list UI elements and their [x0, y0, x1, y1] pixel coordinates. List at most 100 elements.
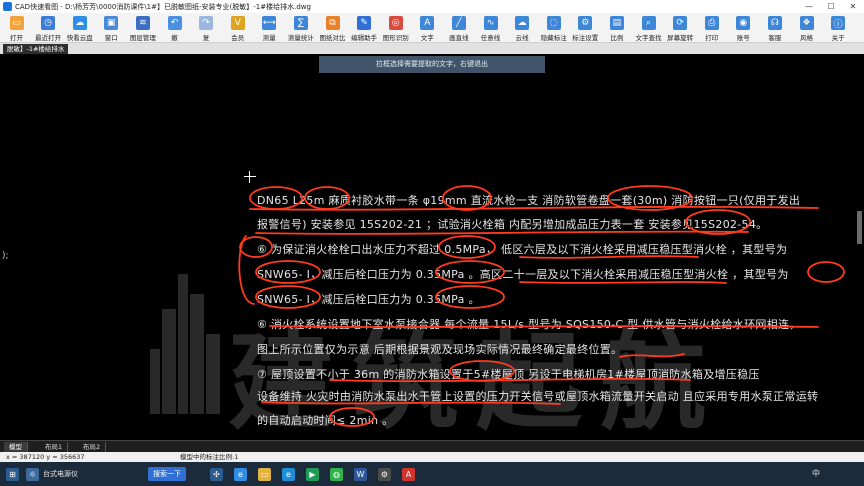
folder-icon: ▭	[9, 16, 24, 30]
account-label: 账号	[736, 34, 750, 42]
text-button[interactable]: A 文字	[414, 14, 441, 42]
close-button[interactable]: ✕	[842, 0, 864, 13]
taskbar-app-5[interactable]: ▶	[306, 467, 319, 481]
freeline-button[interactable]: ∿ 任意线	[477, 14, 504, 42]
taskbar-app-4[interactable]: e	[282, 467, 295, 481]
status-bar: x = 387120 y = 356637 模型中的标注比例:1	[0, 452, 864, 462]
settings-icon: ⚙	[378, 467, 391, 481]
window-button[interactable]: ▣ 窗口	[98, 14, 125, 42]
print-icon: ⎙	[704, 16, 719, 30]
ink-circle-snw-2	[255, 285, 321, 309]
taskbar-app-8[interactable]: ⚙	[378, 467, 391, 481]
cloud-button[interactable]: ☁ 快看云盘	[66, 14, 93, 42]
weather-label: 台式电源仪	[43, 470, 78, 478]
sheet-tab-layout1[interactable]: 布局1	[40, 442, 69, 452]
ink-underline-8	[261, 401, 561, 405]
ink-circle-roof	[449, 360, 515, 382]
headset-icon: ☊	[767, 16, 782, 30]
compare-icon: ⧉	[325, 16, 340, 30]
rotate-button[interactable]: ⟳ 屏幕旋转	[667, 14, 694, 42]
recent-icon: ◷	[41, 16, 56, 30]
document-tab[interactable]: 脱敏】-1#楼给排水	[3, 44, 69, 54]
minimize-button[interactable]: —	[798, 0, 820, 13]
taskbar-app-3[interactable]: ▭	[258, 467, 271, 481]
scale-button[interactable]: ▤ 比例	[603, 14, 630, 42]
recognize-icon: ◎	[388, 16, 403, 30]
service-label: 客服	[768, 34, 782, 42]
compare-label: 图纸对比	[319, 34, 346, 42]
edit-helper-button[interactable]: ✎ 编辑助手	[351, 14, 378, 42]
hide-mark-button[interactable]: ◌ 隐藏标注	[540, 14, 567, 42]
cad-icon: A	[402, 467, 415, 481]
mark-settings-button[interactable]: ⚙ 标注设置	[572, 14, 599, 42]
measure-stats-button[interactable]: ∑ 测量统计	[287, 14, 314, 42]
ink-underline-high	[519, 281, 727, 284]
ink-circle-dn65	[249, 186, 303, 210]
line-button[interactable]: ╱ 画直线	[445, 14, 472, 42]
cloud-icon: ☁	[72, 16, 87, 30]
edge-icon: e	[282, 467, 295, 481]
ink-underline-low	[519, 255, 699, 259]
taskbar-app-6[interactable]: ◍	[330, 467, 343, 481]
taskbar-app-2[interactable]: e	[234, 467, 247, 481]
back-label: 撤	[171, 34, 178, 42]
taskbar-app-9[interactable]: A	[402, 467, 415, 481]
redo-label: 复	[202, 34, 210, 42]
rotate-label: 屏幕旋转	[667, 34, 694, 42]
recognize-label: 图形识别	[382, 34, 409, 42]
layers-button[interactable]: ≋ 图层管理	[129, 14, 156, 42]
search-button[interactable]: 搜索一下	[148, 467, 186, 481]
account-icon: ◉	[736, 16, 751, 30]
recent-label: 最近打开	[35, 34, 62, 42]
vip-button[interactable]: V 会员	[224, 14, 251, 42]
ink-squiggle	[619, 353, 685, 358]
ink-circle-snw-1	[255, 260, 321, 284]
edit-helper-label: 编辑助手	[351, 34, 378, 42]
windows-icon: ⊞	[6, 467, 19, 481]
line-label: 画直线	[449, 34, 469, 42]
style-button[interactable]: ❖ 风格	[793, 14, 820, 42]
cursor-coordinates: x = 387120 y = 356637	[6, 453, 85, 461]
cloud-label: 快看云盘	[66, 34, 93, 42]
maximize-button[interactable]: ☐	[820, 0, 842, 13]
service-button[interactable]: ☊ 客服	[761, 14, 788, 42]
about-button[interactable]: ⓘ 关于	[825, 14, 852, 42]
start-button[interactable]: ⊞	[6, 467, 19, 481]
back-button[interactable]: ↶ 撤	[161, 14, 188, 42]
measure-button[interactable]: ⟷ 测量	[256, 14, 283, 42]
weather-widget[interactable]: ☼ 台式电源仪	[26, 467, 78, 481]
cloudline-icon: ☁	[515, 16, 530, 30]
mark-settings-label: 标注设置	[572, 34, 599, 42]
style-label: 风格	[800, 34, 813, 42]
ink-circle-l25m	[304, 186, 350, 210]
ime-indicator[interactable]: 中	[812, 468, 820, 479]
redo-button[interactable]: ↷ 复	[193, 14, 220, 42]
app-logo-icon	[3, 2, 12, 11]
vip-label: 会员	[231, 34, 245, 42]
recent-button[interactable]: ◷ 最近打开	[35, 14, 62, 42]
drawing-canvas[interactable]: 拉框选择需要提取的文字，右键退出 ); 建筑起航 DN65 L25m 麻质衬胶水…	[0, 54, 864, 440]
mark-settings-icon: ⚙	[578, 16, 593, 30]
search-label: 搜索一下	[148, 467, 186, 481]
account-button[interactable]: ◉ 账号	[730, 14, 757, 42]
recognize-button[interactable]: ◎ 图形识别	[382, 14, 409, 42]
ink-circle-035-2	[435, 285, 505, 309]
print-button[interactable]: ⎙ 打印	[698, 14, 725, 42]
ink-circle-05mpa	[438, 235, 496, 259]
about-label: 关于	[831, 34, 845, 42]
compare-button[interactable]: ⧉ 图纸对比	[319, 14, 346, 42]
text-search-button[interactable]: ⌕ 文字查找	[635, 14, 662, 42]
taskbar-app-1[interactable]: ✣	[210, 467, 223, 481]
cloudline-button[interactable]: ☁ 云线	[509, 14, 536, 42]
status-message: 模型中的标注比例:1	[180, 453, 239, 461]
sheet-tab-model[interactable]: 模型	[4, 442, 28, 452]
ink-circle-54	[685, 209, 751, 235]
freeline-icon: ∿	[483, 16, 498, 30]
taskbar-app-7[interactable]: W	[354, 467, 367, 481]
sheet-tab-layout2[interactable]: 布局2	[78, 442, 107, 452]
measure-icon: ⟷	[262, 16, 277, 30]
window-icon: ▣	[104, 16, 119, 30]
open-button[interactable]: ▭ 打开	[3, 14, 30, 42]
open-label: 打开	[10, 34, 23, 42]
measure-stats-label: 测量统计	[287, 34, 314, 42]
